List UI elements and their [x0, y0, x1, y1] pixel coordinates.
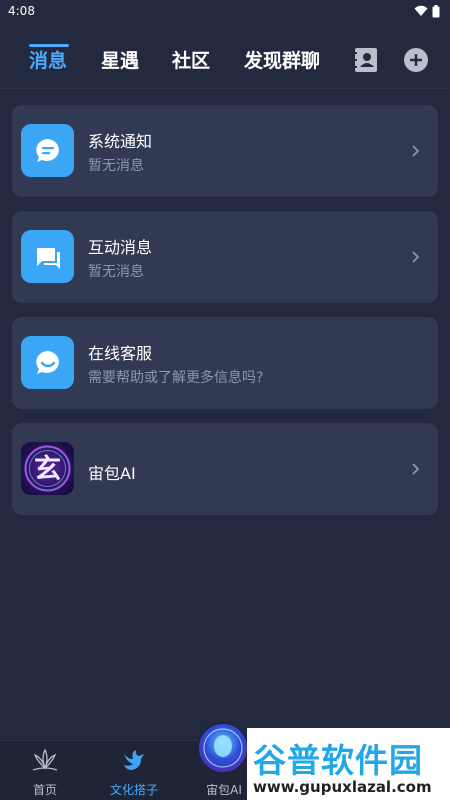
- card-subtitle: 暂无消息: [88, 158, 144, 174]
- bird-icon: [124, 750, 144, 770]
- ai-orb-icon[interactable]: [197, 722, 249, 774]
- contacts-icon[interactable]: [352, 46, 380, 74]
- card-interaction-messages[interactable]: 互动消息 暂无消息: [12, 211, 438, 303]
- card-title: 系统通知: [88, 132, 153, 151]
- system-notice-icon-box: [21, 124, 74, 177]
- card-title: 互动消息: [88, 238, 153, 257]
- ai-avatar: 玄: [21, 442, 74, 495]
- active-tab-indicator: [29, 44, 69, 47]
- interaction-icon-box: [21, 230, 74, 283]
- xuan-avatar-icon: 玄: [24, 445, 71, 492]
- wifi-icon: [414, 5, 428, 16]
- tab-community[interactable]: 社区: [172, 46, 210, 73]
- chevron-right-icon: [412, 251, 420, 263]
- chat-square-icon: [36, 247, 60, 269]
- ai-face-icon: [203, 728, 243, 768]
- nav-label: 文化搭子: [109, 783, 158, 797]
- chat-bubble-lines-icon: [35, 138, 59, 162]
- chevron-right-icon: [412, 463, 420, 475]
- header-divider: [0, 88, 450, 89]
- status-icons: [414, 4, 440, 18]
- watermark-url: www.gupuxlazal.com: [253, 778, 432, 796]
- card-subtitle: 暂无消息: [88, 264, 144, 280]
- avatar-char: 玄: [34, 453, 61, 485]
- nav-home[interactable]: 首页: [0, 741, 90, 800]
- chat-smile-icon: [35, 350, 59, 374]
- lotus-icon: [32, 748, 58, 771]
- card-zhoubao-ai[interactable]: 玄 宙包AI: [12, 423, 438, 515]
- tab-xingyu[interactable]: 星遇: [101, 46, 139, 73]
- chevron-right-icon: [412, 145, 420, 157]
- card-subtitle: 需要帮助或了解更多信息吗?: [88, 370, 264, 386]
- battery-icon: [432, 4, 440, 17]
- status-bar: 4:08: [0, 0, 450, 22]
- nav-label: 首页: [32, 783, 57, 797]
- support-icon-box: [21, 336, 74, 389]
- tab-discover-groups[interactable]: 发现群聊: [244, 46, 320, 73]
- status-time: 4:08: [8, 4, 35, 18]
- card-online-support[interactable]: 在线客服 需要帮助或了解更多信息吗?: [12, 317, 438, 409]
- card-title: 宙包AI: [88, 464, 136, 483]
- nav-culture-buddy[interactable]: 文化搭子: [89, 741, 179, 800]
- card-title: 在线客服: [88, 344, 153, 363]
- card-system-notice[interactable]: 系统通知 暂无消息: [12, 105, 438, 197]
- watermark: 谷普软件园 www.gupuxlazal.com: [247, 728, 450, 800]
- watermark-title: 谷普软件园: [253, 741, 423, 780]
- tab-messages[interactable]: 消息: [29, 46, 67, 73]
- add-icon[interactable]: [404, 48, 428, 72]
